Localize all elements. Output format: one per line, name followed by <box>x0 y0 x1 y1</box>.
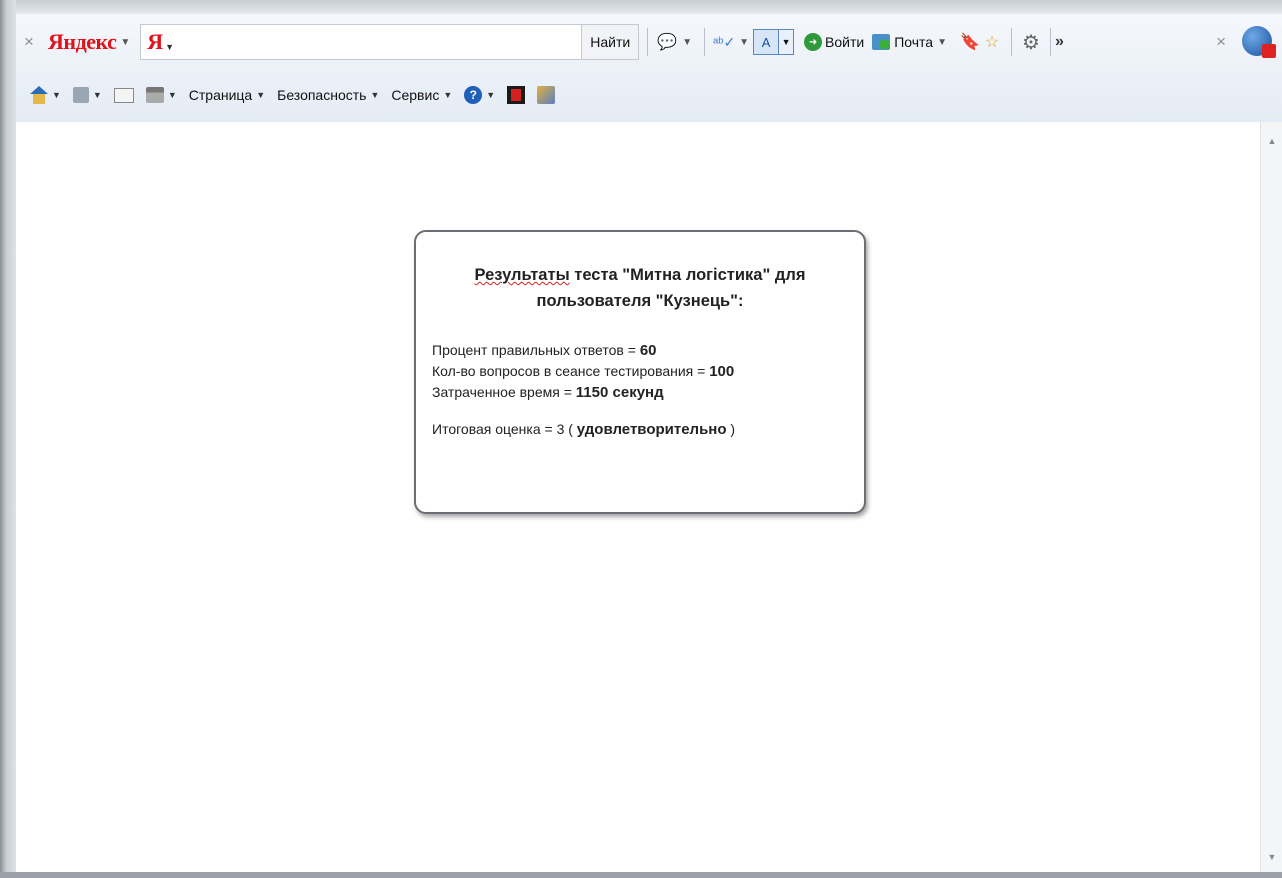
search-button[interactable]: Найти <box>582 24 640 60</box>
home-icon <box>30 86 48 104</box>
result-stats: Процент правильных ответов = 60 Кол-во в… <box>432 340 848 403</box>
dropdown-arrow-icon[interactable]: ▼ <box>739 37 749 48</box>
service-menu-label: Сервис <box>391 87 440 103</box>
final-grade-value: удовлетворительно <box>576 421 727 438</box>
final-grade-row: Итоговая оценка = 3 ( удовлетворительно … <box>432 421 848 438</box>
correct-answers-row: Процент правильных ответов = 60 <box>432 340 848 361</box>
feeds-button[interactable]: ▼ <box>72 87 102 103</box>
yandex-search-box[interactable]: Я ▼ <box>140 24 583 60</box>
vertical-scrollbar[interactable]: ▲ ▼ <box>1260 122 1282 872</box>
translate-icon[interactable]: A <box>753 29 780 55</box>
printer-icon <box>145 87 164 103</box>
toolbar-close-icon[interactable]: × <box>16 32 42 52</box>
extension-button[interactable] <box>537 86 556 104</box>
home-button[interactable]: ▼ <box>30 86 61 104</box>
questions-count-value: 100 <box>709 363 735 380</box>
mail-icon <box>872 34 891 50</box>
yandex-logo[interactable]: Яндекс <box>48 29 117 55</box>
separator <box>647 28 649 56</box>
questions-count-row: Кол-во вопросов в сеансе тестирования = … <box>432 361 848 382</box>
time-spent-row: Затраченное время = 1150 секунд <box>432 382 848 403</box>
time-spent-value: 1150 секунд <box>575 384 664 401</box>
extension-icon <box>537 86 556 104</box>
login-label: Войти <box>825 34 865 50</box>
favorites-star-icon[interactable]: ☆ <box>981 31 1003 53</box>
browser-globe-icon[interactable] <box>1242 26 1276 58</box>
help-icon: ? <box>464 86 483 104</box>
spellcheck-icon[interactable]: ᵃᵇ✓ <box>713 31 735 53</box>
page-menu-label: Страница <box>188 87 253 103</box>
time-spent-label: Затраченное время = <box>432 384 576 400</box>
feed-icon <box>72 87 89 103</box>
result-title: Результаты теста "Митна логістика" для п… <box>432 262 848 314</box>
separator <box>704 28 706 56</box>
window-frame-top <box>0 0 1282 14</box>
bookmarks-icon[interactable]: 🔖 <box>959 31 981 53</box>
title-rest: теста "Митна логістика" для <box>569 266 806 284</box>
help-menu[interactable]: ? ▼ <box>464 86 495 104</box>
window-frame-left <box>0 0 16 878</box>
mail-dropdown-icon: ▼ <box>937 36 948 48</box>
translate-dropdown-icon[interactable]: ▼ <box>779 29 795 55</box>
mail-button[interactable]: Почта ▼ <box>872 34 951 50</box>
page-menu[interactable]: Страница ▼ <box>189 87 265 103</box>
correct-answers-label: Процент правильных ответов = <box>432 342 640 358</box>
yandex-menu-arrow-icon[interactable]: ▼ <box>120 37 130 48</box>
kaspersky-button[interactable] <box>507 86 526 104</box>
window-frame-bottom <box>0 872 1282 878</box>
more-tools-button[interactable]: » <box>1055 33 1064 51</box>
print-button[interactable]: ▼ <box>145 87 177 103</box>
kaspersky-icon <box>507 86 526 104</box>
search-input[interactable] <box>174 26 582 58</box>
close-tab-icon[interactable]: × <box>1216 32 1226 52</box>
read-mail-button[interactable] <box>113 87 134 103</box>
scroll-up-icon[interactable]: ▲ <box>1261 136 1282 146</box>
browser-toolbars: × Яндекс ▼ Я ▼ Найти 💬 ▼ ᵃᵇ✓ ▼ A ▼ ➜ Вой… <box>16 14 1282 123</box>
page-content: Результаты теста "Митна логістика" для п… <box>16 122 1260 872</box>
scroll-down-icon[interactable]: ▼ <box>1261 852 1282 862</box>
yandex-toolbar: × Яндекс ▼ Я ▼ Найти 💬 ▼ ᵃᵇ✓ ▼ A ▼ ➜ Вой… <box>16 20 1278 64</box>
service-menu[interactable]: Сервис ▼ <box>391 87 452 103</box>
command-bar: ▼ ▼ ▼ Страница ▼ Безопасность ▼ Сервис ▼ ? ▼ <box>16 76 1278 114</box>
separator <box>1011 28 1013 56</box>
mail-label: Почта <box>894 34 934 50</box>
test-result-card: Результаты теста "Митна логістика" для п… <box>414 230 866 514</box>
final-grade-label: Итоговая оценка = 3 ( <box>432 421 577 437</box>
title-line2: пользователя "Кузнець": <box>536 292 744 310</box>
speech-bubble-icon[interactable]: 💬 <box>656 31 678 53</box>
settings-gear-icon[interactable]: ⚙ <box>1020 31 1042 54</box>
security-menu[interactable]: Безопасность ▼ <box>277 87 379 103</box>
questions-count-label: Кол-во вопросов в сеансе тестирования = <box>432 363 710 379</box>
separator <box>1050 28 1052 56</box>
login-button[interactable]: ➜ Войти <box>804 33 864 51</box>
mail-envelope-icon <box>113 87 134 103</box>
ya-caret-icon[interactable]: ▼ <box>165 42 174 52</box>
ya-icon: Я <box>147 29 164 54</box>
title-first-word: Результаты <box>474 266 570 284</box>
login-icon: ➜ <box>804 33 823 51</box>
correct-answers-value: 60 <box>639 342 657 359</box>
security-menu-label: Безопасность <box>277 87 367 103</box>
final-grade-close: ) <box>726 421 736 437</box>
dropdown-arrow-icon[interactable]: ▼ <box>682 37 692 48</box>
